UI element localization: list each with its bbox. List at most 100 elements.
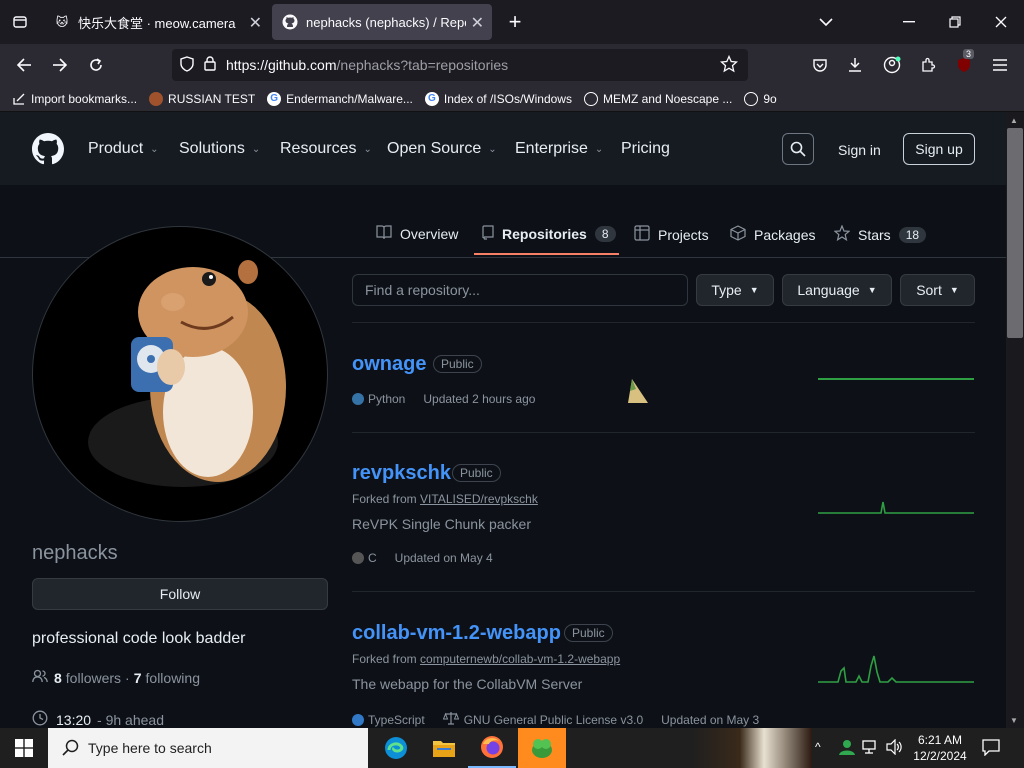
forward-icon[interactable] bbox=[48, 53, 72, 77]
start-button[interactable] bbox=[0, 728, 48, 768]
notifications-icon[interactable] bbox=[982, 738, 1000, 761]
profile-username: nephacks bbox=[32, 542, 118, 564]
close-tab-icon[interactable]: ✕ bbox=[249, 13, 262, 33]
globe-icon bbox=[583, 91, 598, 106]
file-explorer-taskbar-icon[interactable] bbox=[420, 728, 468, 768]
tracking-protection-icon[interactable] bbox=[180, 55, 194, 75]
downloads-icon[interactable] bbox=[843, 53, 867, 77]
type-filter-button[interactable]: Type ▼ bbox=[696, 274, 774, 306]
language-color-dot bbox=[352, 393, 364, 405]
lock-icon[interactable] bbox=[204, 56, 216, 74]
browser-nav-bar: https://github.com/nephacks?tab=reposito… bbox=[0, 44, 1024, 86]
github-logo-icon[interactable] bbox=[32, 133, 64, 170]
sign-in-link[interactable]: Sign in bbox=[838, 142, 881, 158]
visibility-badge: Public bbox=[433, 355, 482, 373]
profile-bio: professional code look badder bbox=[32, 630, 246, 647]
forked-from: Forked from computernewb/collab-vm-1.2-w… bbox=[352, 652, 621, 666]
search-button[interactable] bbox=[782, 133, 814, 165]
extensions-icon[interactable] bbox=[916, 53, 940, 77]
github-favicon-icon bbox=[282, 14, 298, 30]
browser-tab-meow-camera[interactable]: 🐱 快乐大食堂 · meow.camera ✕ bbox=[44, 4, 270, 40]
active-tab-underline bbox=[474, 253, 619, 255]
menu-icon[interactable] bbox=[988, 53, 1012, 77]
caret-down-icon: ▼ bbox=[949, 285, 959, 295]
firefox-taskbar-icon[interactable] bbox=[468, 728, 516, 768]
bookmark-russian-test[interactable]: RUSSIAN TEST bbox=[149, 91, 255, 106]
following-link[interactable]: 7 following bbox=[134, 670, 200, 686]
find-repository-input[interactable] bbox=[352, 274, 688, 306]
url-path: /nephacks?tab=repositories bbox=[336, 57, 509, 73]
extension-count-badge: 3 bbox=[963, 49, 975, 59]
activity-sparkline bbox=[818, 378, 974, 380]
google-icon: G bbox=[424, 91, 439, 106]
cat-favicon-icon: 🐱 bbox=[55, 15, 69, 29]
edge-taskbar-icon[interactable] bbox=[372, 728, 420, 768]
scroll-up-icon[interactable]: ▲ bbox=[1010, 116, 1018, 125]
repo-name-link[interactable]: collab-vm-1.2-webapp bbox=[352, 622, 561, 645]
close-window-icon[interactable] bbox=[989, 10, 1013, 34]
visibility-badge: Public bbox=[452, 464, 501, 482]
activity-sparkline bbox=[818, 655, 974, 683]
ublock-icon[interactable]: 3 bbox=[952, 49, 976, 77]
close-tab-icon[interactable]: ✕ bbox=[471, 13, 484, 33]
tab-repositories[interactable]: Repositories 8 bbox=[482, 225, 616, 243]
tab-overview-icon[interactable] bbox=[8, 10, 32, 34]
show-hidden-icons-chevron-icon[interactable]: ^ bbox=[815, 740, 821, 754]
restore-icon[interactable] bbox=[943, 10, 967, 34]
followers-link[interactable]: 8 followers bbox=[54, 670, 121, 686]
network-icon[interactable] bbox=[862, 739, 880, 760]
search-icon bbox=[790, 141, 806, 157]
nav-resources[interactable]: Resources ⌄ bbox=[280, 140, 372, 158]
account-icon[interactable] bbox=[880, 53, 904, 77]
taskbar-search-box[interactable]: Type here to search bbox=[48, 728, 368, 768]
repo-updated: Updated 2 hours ago bbox=[423, 392, 536, 406]
tab-stars[interactable]: Stars 18 bbox=[833, 224, 927, 244]
nav-solutions[interactable]: Solutions ⌄ bbox=[179, 140, 260, 158]
scroll-down-icon[interactable]: ▼ bbox=[1010, 716, 1018, 725]
bookmark-endermanch[interactable]: G Endermanch/Malware... bbox=[267, 91, 413, 106]
nav-pricing[interactable]: Pricing bbox=[621, 140, 670, 158]
bookmark-star-icon[interactable] bbox=[719, 54, 739, 76]
repo-name-link[interactable]: ownage bbox=[352, 353, 426, 376]
language-filter-button[interactable]: Language ▼ bbox=[782, 274, 892, 306]
scrollbar-thumb[interactable] bbox=[1007, 128, 1023, 338]
tab-projects[interactable]: Projects bbox=[634, 225, 709, 244]
bookmark-9o[interactable]: 9o bbox=[744, 91, 777, 106]
repo-name-link[interactable]: revpkschk bbox=[352, 462, 451, 485]
pocket-icon[interactable] bbox=[808, 53, 832, 77]
bookmarks-toolbar: Import bookmarks... RUSSIAN TEST G Enderm… bbox=[0, 86, 1024, 112]
list-tabs-icon[interactable] bbox=[814, 10, 838, 34]
volume-icon[interactable] bbox=[886, 738, 904, 760]
forked-from-link[interactable]: computernewb/collab-vm-1.2-webapp bbox=[420, 652, 620, 666]
nav-open-source[interactable]: Open Source ⌄ bbox=[387, 140, 497, 158]
table-icon bbox=[634, 225, 650, 244]
forked-from-link[interactable]: VITALISED/revpkschk bbox=[420, 492, 538, 506]
star-icon bbox=[833, 224, 851, 244]
reload-icon[interactable] bbox=[84, 53, 108, 77]
chevron-down-icon: ⌄ bbox=[488, 143, 497, 155]
repositories-count: 8 bbox=[594, 226, 616, 242]
tab-packages[interactable]: Packages bbox=[730, 225, 815, 244]
new-tab-icon[interactable]: + bbox=[503, 9, 527, 34]
package-icon bbox=[730, 225, 746, 244]
search-icon bbox=[62, 739, 80, 760]
back-icon[interactable] bbox=[12, 53, 36, 77]
follow-button[interactable]: Follow bbox=[32, 578, 328, 610]
browser-tab-github[interactable]: nephacks (nephacks) / Repositories ✕ bbox=[272, 4, 492, 40]
bookmark-isos[interactable]: G Index of /ISOs/Windows bbox=[424, 91, 572, 106]
avatar[interactable] bbox=[32, 226, 328, 522]
caret-down-icon: ▼ bbox=[749, 285, 759, 295]
system-clock[interactable]: 6:21 AM 12/2/2024 bbox=[910, 732, 970, 764]
bookmark-import[interactable]: Import bookmarks... bbox=[12, 92, 137, 106]
address-bar[interactable]: https://github.com/nephacks?tab=reposito… bbox=[172, 49, 748, 81]
sign-up-button[interactable]: Sign up bbox=[903, 133, 975, 165]
tab-overview[interactable]: Overview bbox=[376, 225, 458, 242]
minimize-icon[interactable] bbox=[897, 10, 921, 34]
game-taskbar-icon[interactable] bbox=[518, 728, 566, 768]
people-tray-icon[interactable] bbox=[838, 738, 856, 761]
sort-button[interactable]: Sort ▼ bbox=[900, 274, 975, 306]
windows-taskbar: Type here to search ^ 6:21 AM 12/2/2024 bbox=[0, 728, 1024, 768]
bookmark-memz[interactable]: MEMZ and Noescape ... bbox=[583, 91, 732, 106]
nav-enterprise[interactable]: Enterprise ⌄ bbox=[515, 140, 603, 158]
nav-product[interactable]: Product ⌄ bbox=[88, 140, 159, 158]
